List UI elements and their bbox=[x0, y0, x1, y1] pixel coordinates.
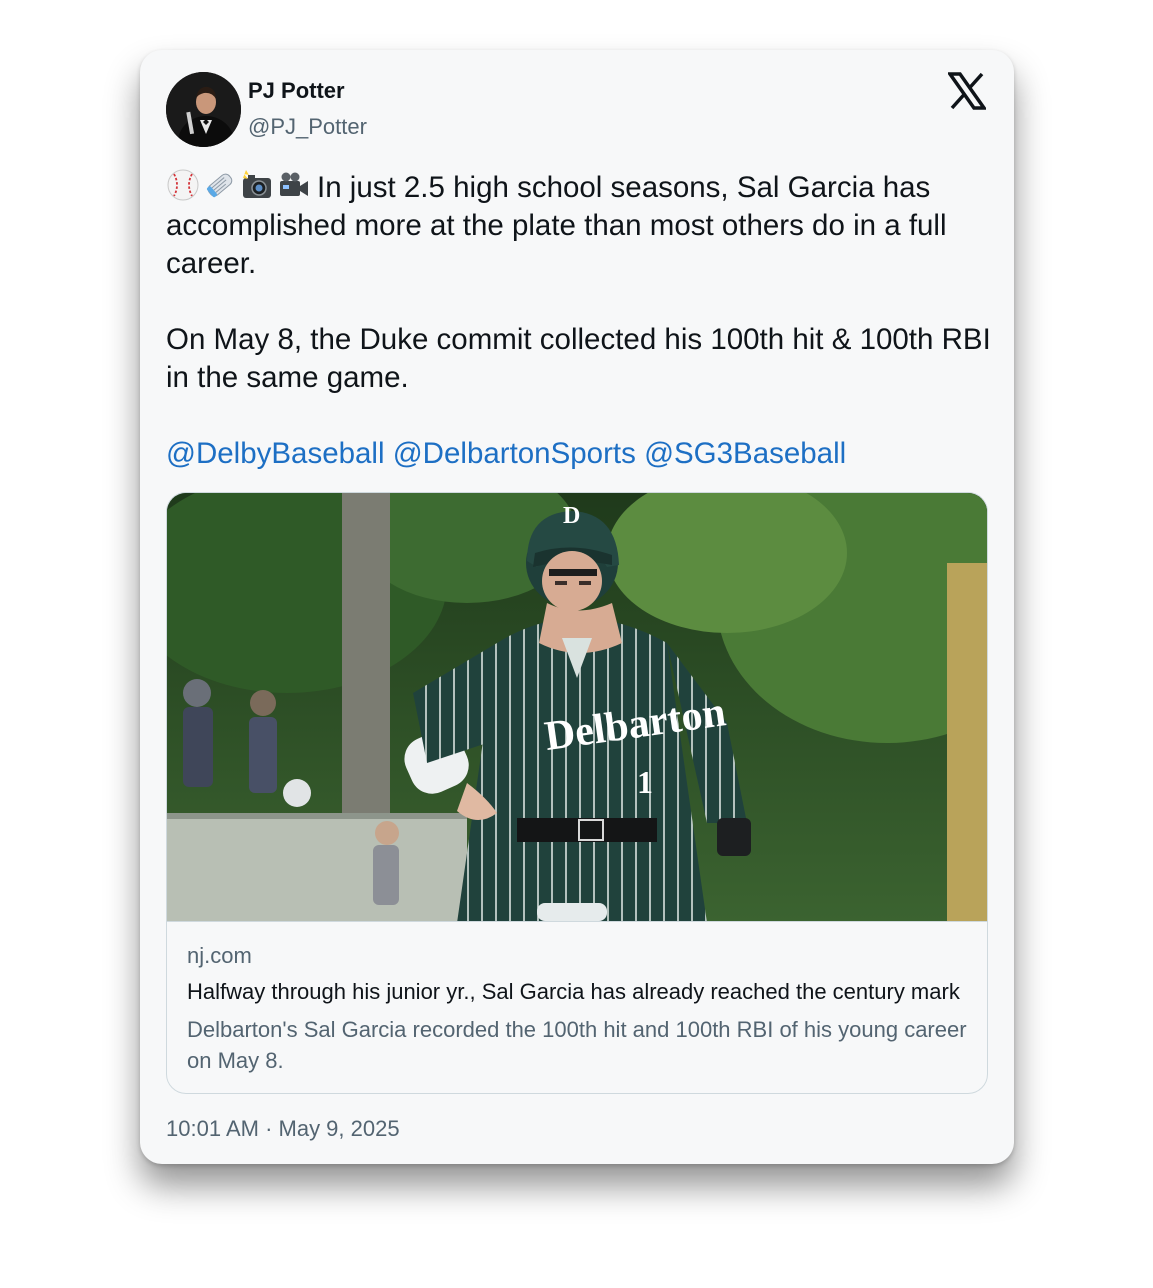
helmet-letter: D bbox=[563, 503, 580, 529]
link-preview-card[interactable]: Delbarton 1 D nj.com Halfway through his… bbox=[166, 492, 988, 1094]
jersey-number: 1 bbox=[637, 764, 653, 800]
tweet-timestamp[interactable]: 10:01 AM · May 9, 2025 bbox=[166, 1116, 400, 1142]
tweet-text: In just 2.5 high school seasons, Sal Gar… bbox=[166, 168, 996, 473]
x-logo-icon[interactable] bbox=[946, 72, 988, 110]
emoji-group bbox=[166, 168, 311, 202]
mention-delbybaseball[interactable]: @DelbyBaseball bbox=[166, 437, 385, 470]
newspaper-emoji bbox=[207, 173, 233, 198]
link-preview-image[interactable]: Delbarton 1 D bbox=[167, 493, 987, 922]
author-name[interactable]: PJ Potter bbox=[248, 78, 345, 104]
tweet-paragraph-2: On May 8, the Duke commit collected his … bbox=[166, 323, 991, 394]
camera-flash-emoji bbox=[243, 170, 271, 198]
tweet-mentions: @DelbyBaseball @DelbartonSports @SG3Base… bbox=[166, 435, 996, 473]
baseball-emoji bbox=[167, 169, 199, 201]
mention-delbartonsports[interactable]: @DelbartonSports bbox=[393, 437, 636, 470]
author-avatar[interactable] bbox=[166, 72, 241, 147]
link-description: Delbarton's Sal Garcia recorded the 100t… bbox=[187, 1017, 967, 1073]
link-title[interactable]: Halfway through his junior yr., Sal Garc… bbox=[187, 979, 967, 1005]
author-handle[interactable]: @PJ_Potter bbox=[248, 114, 367, 140]
link-domain: nj.com bbox=[187, 943, 252, 968]
tweet-card[interactable]: PJ Potter @PJ_Potter In just 2.5 high sc… bbox=[140, 50, 1014, 1164]
mention-sg3baseball[interactable]: @SG3Baseball bbox=[644, 437, 846, 470]
video-camera-emoji bbox=[280, 172, 308, 196]
